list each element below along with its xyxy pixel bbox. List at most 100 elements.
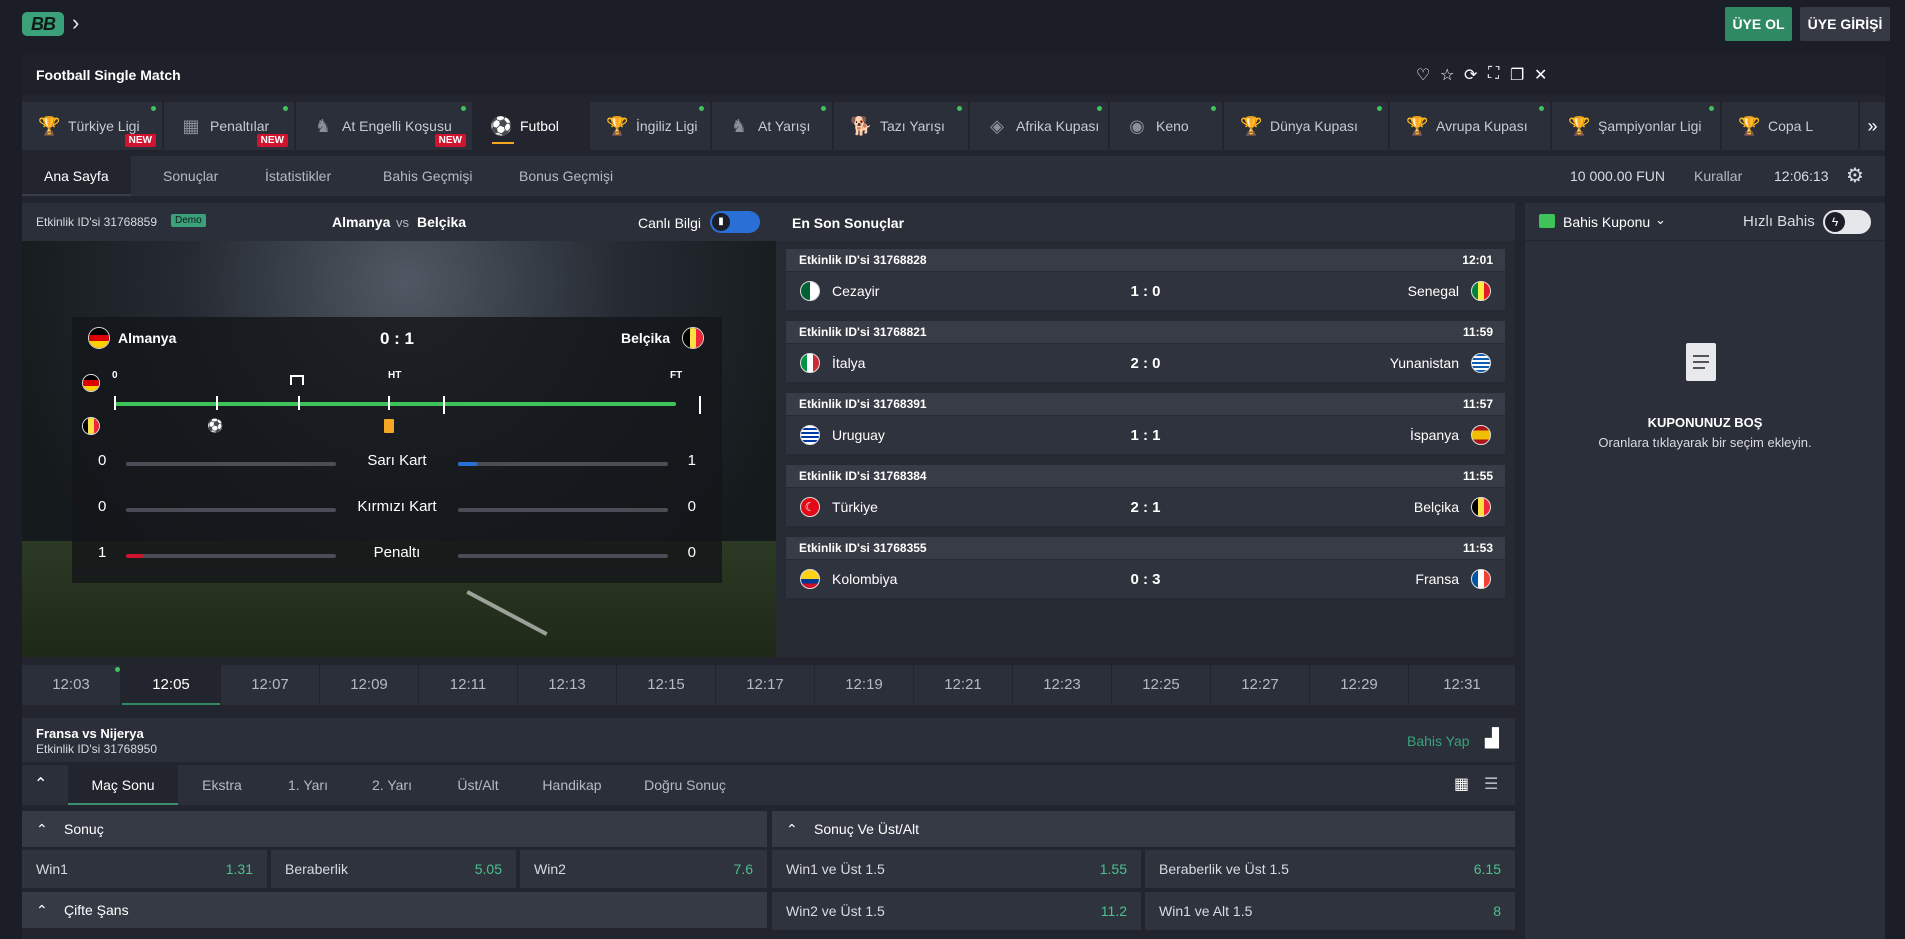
tab-istatistikler[interactable]: İstatistikler xyxy=(265,156,331,196)
odd-win1-under[interactable]: Win1 ve Alt 1.5 8 xyxy=(1145,892,1515,930)
tab-ekstra[interactable]: Ekstra xyxy=(178,765,266,805)
tab-dogru-sonuc[interactable]: Doğru Sonuç xyxy=(622,765,748,805)
chevron-up-icon: ⌃ xyxy=(36,902,48,918)
latest-results-title: En Son Sonuçlar xyxy=(792,215,905,231)
tab-bahis-gecmisi[interactable]: Bahis Geçmişi xyxy=(383,156,472,196)
brand-logo[interactable]: BB xyxy=(22,12,64,36)
game-tab-dunya-kupasi[interactable]: 🏆 Dünya Kupası xyxy=(1224,102,1388,150)
odd-win1[interactable]: Win1 1.31 xyxy=(22,850,267,888)
live-match-header: Etkinlik ID'si 31768859 Demo Almanya vs … xyxy=(22,203,789,241)
time-slot[interactable]: 12:21 xyxy=(914,665,1012,705)
time-slot[interactable]: 12:07 xyxy=(221,665,319,705)
time-slot[interactable]: 12:17 xyxy=(716,665,814,705)
timeline-progress xyxy=(114,402,676,406)
vs-label: vs xyxy=(396,215,409,230)
game-tab-afrika-kupasi[interactable]: ◈ Afrika Kupası xyxy=(970,102,1108,150)
star-icon[interactable]: ☆ xyxy=(1440,65,1454,85)
game-tab-penaltilar[interactable]: ▦ Penaltılar NEW xyxy=(164,102,294,150)
tab-sonuclar[interactable]: Sonuçlar xyxy=(163,156,218,196)
game-tab-at-yarisi[interactable]: ♞ At Yarışı xyxy=(712,102,832,150)
keno-icon: ◉ xyxy=(1129,116,1145,136)
close-icon[interactable]: ✕ xyxy=(1534,65,1547,85)
bet-button[interactable]: Bahis Yap xyxy=(1407,733,1470,749)
market-tabs: ⌃ Maç Sonu Ekstra 1. Yarı 2. Yarı Üst/Al… xyxy=(22,765,1515,805)
time-slot-active[interactable]: 12:05 xyxy=(122,665,220,705)
odd-win1-over[interactable]: Win1 ve Üst 1.5 1.55 xyxy=(772,850,1141,888)
senegal-flag-icon xyxy=(1471,281,1491,301)
result-item[interactable]: Etkinlik ID'si 31768384 11:55 ☾ Türkiye 2… xyxy=(786,465,1505,529)
game-tab-at-engelli-kosusu[interactable]: ♞ At Engelli Koşusu NEW xyxy=(296,102,472,150)
register-button[interactable]: ÜYE OL xyxy=(1725,7,1792,41)
login-button[interactable]: ÜYE GİRİŞİ xyxy=(1800,7,1890,41)
market-section-double-chance[interactable]: ⌃ Çifte Şans xyxy=(22,892,767,928)
odd-draw[interactable]: Beraberlik 5.05 xyxy=(271,850,516,888)
game-tab-turkiye-ligi[interactable]: 🏆 Türkiye Ligi NEW xyxy=(22,102,162,150)
chevron-down-icon[interactable]: ⌄ xyxy=(1655,212,1666,228)
time-slot[interactable]: 12:23 xyxy=(1013,665,1111,705)
time-slot[interactable]: 12:29 xyxy=(1310,665,1408,705)
game-window: Football Single Match ♡ ☆ ⟳ ⛶ ❐ ✕ 🏆 Türki… xyxy=(22,55,1885,939)
tab-bonus-gecmisi[interactable]: Bonus Geçmişi xyxy=(519,156,613,196)
stadium-view: Almanya 0 : 1 Belçika 0 HT FT ⚽ 0 Sarı K… xyxy=(22,241,789,657)
tab-1-yari[interactable]: 1. Yarı xyxy=(266,765,350,805)
next-match-title: Fransa vs Nijerya xyxy=(36,726,144,741)
game-tab-avrupa-kupasi[interactable]: 🏆 Avrupa Kupası xyxy=(1390,102,1550,150)
greece-flag-icon xyxy=(1471,353,1491,373)
chevron-up-icon: ⌃ xyxy=(786,821,798,837)
live-info-toggle[interactable]: ▮ xyxy=(710,211,760,233)
result-item[interactable]: Etkinlik ID'si 31768828 12:01 Cezayir 1 :… xyxy=(786,249,1505,313)
list-view-icon[interactable]: ☰ xyxy=(1484,774,1498,794)
market-section-result-over-under[interactable]: ⌃ Sonuç Ve Üst/Alt xyxy=(772,811,1515,847)
stats-chart-icon[interactable]: ▟ xyxy=(1485,728,1499,749)
restore-window-icon[interactable]: ❐ xyxy=(1510,65,1524,85)
game-tab-ingiliz-ligi[interactable]: 🏆 İngiliz Ligi xyxy=(590,102,710,150)
collapse-all-icon[interactable]: ⌃ xyxy=(34,774,47,794)
game-tab-sampiyonlar-ligi[interactable]: 🏆 Şampiyonlar Ligi xyxy=(1552,102,1720,150)
refresh-icon[interactable]: ⟳ xyxy=(1464,65,1477,85)
tabs-scroll-right-icon[interactable]: » xyxy=(1860,102,1885,150)
result-item[interactable]: Etkinlik ID'si 31768391 11:57 Uruguay 1 :… xyxy=(786,393,1505,457)
gear-icon[interactable]: ⚙ xyxy=(1846,156,1864,196)
time-slot[interactable]: 12:15 xyxy=(617,665,715,705)
betslip-title[interactable]: Bahis Kuponu xyxy=(1563,214,1650,230)
grid-view-icon[interactable]: ▦ xyxy=(1454,774,1469,794)
game-tab-tazi-yarisi[interactable]: 🐕 Tazı Yarışı xyxy=(834,102,968,150)
odd-draw-over[interactable]: Beraberlik ve Üst 1.5 6.15 xyxy=(1145,850,1515,888)
time-slot[interactable]: 12:03 xyxy=(22,665,120,705)
home-team: Almanya xyxy=(332,214,391,230)
time-slot[interactable]: 12:11 xyxy=(419,665,517,705)
timeline-start: 0 xyxy=(112,370,118,381)
time-slot[interactable]: 12:13 xyxy=(518,665,616,705)
game-tab-futbol[interactable]: ⚽ Futbol xyxy=(474,102,588,150)
tab-mac-sonu[interactable]: Maç Sonu xyxy=(68,765,178,805)
world-cup-icon: 🏆 xyxy=(1240,116,1263,136)
lightning-icon: ϟ xyxy=(1825,212,1845,232)
football-event-icon: ⚽ xyxy=(207,418,224,433)
result-item[interactable]: Etkinlik ID'si 31768821 11:59 İtalya 2 : … xyxy=(786,321,1505,385)
tab-handikap[interactable]: Handikap xyxy=(522,765,622,805)
rules-link[interactable]: Kurallar xyxy=(1694,156,1742,196)
time-slot[interactable]: 12:31 xyxy=(1409,665,1515,705)
game-tab-keno[interactable]: ◉ Keno xyxy=(1110,102,1222,150)
clock: 12:06:13 xyxy=(1774,168,1829,184)
time-slot[interactable]: 12:25 xyxy=(1112,665,1210,705)
stat-row-yellow-card: 0 Sarı Kart 1 xyxy=(98,452,696,469)
tab-ana-sayfa[interactable]: Ana Sayfa xyxy=(22,156,131,196)
time-slot[interactable]: 12:09 xyxy=(320,665,418,705)
odd-win2-over[interactable]: Win2 ve Üst 1.5 11.2 xyxy=(772,892,1141,930)
time-slot[interactable]: 12:19 xyxy=(815,665,913,705)
game-tab-copa[interactable]: 🏆 Copa L xyxy=(1722,102,1858,150)
tab-ust-alt[interactable]: Üst/Alt xyxy=(434,765,522,805)
fullscreen-icon[interactable]: ⛶ xyxy=(1488,65,1499,83)
market-section-result[interactable]: ⌃ Sonuç xyxy=(22,811,767,847)
odd-win2[interactable]: Win2 7.6 xyxy=(520,850,767,888)
quick-bet-toggle[interactable]: ϟ xyxy=(1823,210,1871,234)
heart-icon[interactable]: ♡ xyxy=(1416,65,1430,85)
stat-row-red-card: 0 Kırmızı Kart 0 xyxy=(98,498,696,515)
tab-2-yari[interactable]: 2. Yarı xyxy=(350,765,434,805)
result-item[interactable]: Etkinlik ID'si 31768355 11:53 Kolombiya 0… xyxy=(786,537,1505,601)
time-slot[interactable]: 12:27 xyxy=(1211,665,1309,705)
spain-flag-icon xyxy=(1471,425,1491,445)
chevron-right-icon[interactable]: › xyxy=(72,10,79,36)
receipt-icon xyxy=(1686,343,1716,381)
